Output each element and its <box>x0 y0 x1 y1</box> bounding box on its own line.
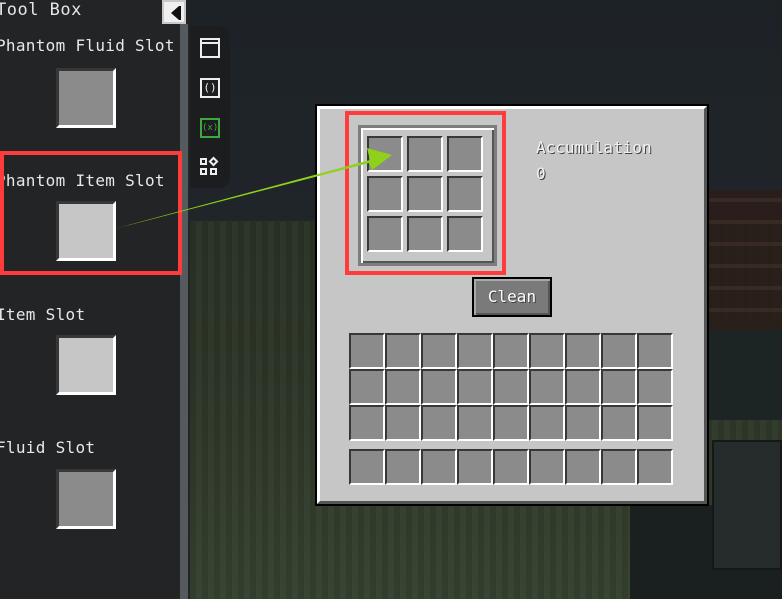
pointer-arrow-shape <box>106 148 392 231</box>
pointer-arrow <box>106 148 392 231</box>
